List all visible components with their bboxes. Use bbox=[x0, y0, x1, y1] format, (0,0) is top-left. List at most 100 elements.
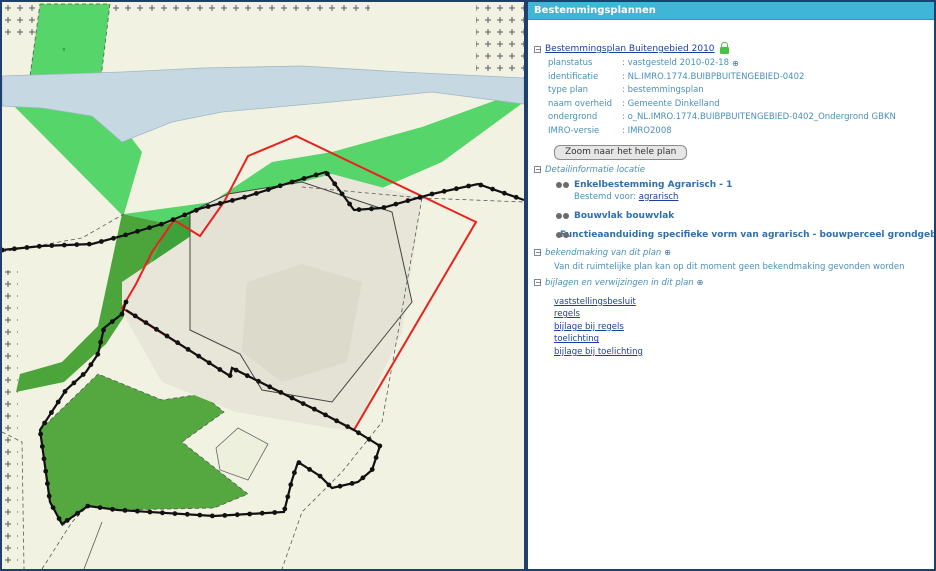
boundary-dot bbox=[289, 395, 295, 401]
boundary-dot bbox=[159, 221, 164, 227]
boundary-dot bbox=[88, 362, 94, 368]
boundary-dot bbox=[101, 327, 106, 333]
boundary-dot bbox=[356, 207, 362, 213]
boundary-dot bbox=[170, 217, 176, 223]
boundary-dot bbox=[196, 353, 202, 359]
boundary-dot bbox=[369, 467, 375, 472]
lock-icon bbox=[719, 41, 729, 54]
field-naam-overheid: naam overheid : Gemeente Dinkelland bbox=[548, 98, 720, 109]
boundary-dot bbox=[417, 195, 423, 200]
boundary-dot bbox=[143, 320, 149, 325]
link-toelichting[interactable]: toelichting bbox=[554, 333, 934, 346]
boundary-dot bbox=[393, 201, 399, 207]
boundary-dot bbox=[56, 516, 62, 521]
boundary-dot bbox=[454, 186, 459, 192]
boundary-dot bbox=[132, 313, 138, 319]
bijlagen-links: vaststellingsbesluit regels bijlage bij … bbox=[534, 296, 934, 359]
boundary-dot bbox=[267, 384, 273, 390]
collapse-toggle-icon[interactable]: − bbox=[534, 279, 542, 287]
link-bijlage-bij-regels[interactable]: bijlage bij regels bbox=[554, 321, 934, 334]
zoom-plan-button[interactable]: Zoom naar het hele plan bbox=[554, 144, 688, 160]
boundary-dot bbox=[265, 187, 271, 193]
boundary-dot bbox=[300, 401, 306, 406]
download-icon[interactable]: ⊕ bbox=[697, 278, 704, 287]
boundary-dot bbox=[312, 406, 317, 412]
cross-hatch-area-left bbox=[2, 270, 18, 569]
link-bijlage-bij-toelichting[interactable]: bijlage bij toelichting bbox=[554, 346, 934, 359]
detail-item-enkelbestemming[interactable]: Enkelbestemming Agrarisch - 1 bbox=[556, 180, 934, 190]
boundary-dot bbox=[160, 510, 165, 516]
boundary-dot bbox=[86, 241, 92, 247]
boundary-dot bbox=[502, 190, 507, 196]
boundary-dot bbox=[209, 513, 215, 519]
boundary-dot bbox=[337, 483, 343, 489]
cross-hatch-area-top-left bbox=[2, 2, 38, 40]
link-vaststellingsbesluit[interactable]: vaststellingsbesluit bbox=[554, 296, 934, 309]
cross-hatch-area-top-right bbox=[476, 2, 524, 86]
boundary-dot bbox=[119, 311, 125, 317]
detail-item-bouwvlak[interactable]: Bouwvlak bouwvlak bbox=[556, 211, 934, 221]
field-ondergrond: ondergrond : o_NL.IMRO.1774.BUIBPBUITENG… bbox=[548, 112, 896, 123]
boundary-dot bbox=[317, 473, 323, 479]
boundary-dot bbox=[349, 481, 355, 486]
collapse-toggle-icon[interactable]: − bbox=[534, 249, 542, 257]
boundary-dot bbox=[227, 373, 233, 378]
bestemd-voor-link[interactable]: agrarisch bbox=[639, 192, 679, 202]
boundary-dot bbox=[39, 444, 45, 449]
boundary-dot bbox=[49, 243, 55, 249]
boundary-dot bbox=[405, 198, 411, 204]
boundary-dot bbox=[332, 181, 338, 187]
bekendmaking-section-head: − bekendmaking van dit plan ⊕ bbox=[534, 247, 671, 258]
boundary-dot bbox=[313, 172, 319, 178]
boundary-dot bbox=[345, 424, 350, 429]
boundary-dot bbox=[230, 198, 235, 203]
map-canvas[interactable]: ᐤ bbox=[2, 2, 524, 569]
info-panel: Bestemmingsplannen − Bestemmingsplan Bui… bbox=[528, 2, 934, 569]
boundary-dot bbox=[324, 171, 330, 177]
download-icon[interactable]: ⊕ bbox=[664, 248, 671, 257]
boundary-dot bbox=[323, 412, 328, 418]
boundary-dot bbox=[466, 183, 471, 189]
boundary-dot bbox=[135, 228, 140, 234]
boundary-dot bbox=[206, 360, 212, 366]
boundary-dot bbox=[38, 431, 43, 437]
boundary-dot bbox=[301, 176, 307, 181]
boundary-dot bbox=[234, 512, 240, 518]
map-view[interactable]: ᐤ bbox=[2, 2, 524, 569]
boundary-dot bbox=[109, 319, 115, 324]
boundary-dot bbox=[123, 299, 129, 305]
boundary-dot bbox=[205, 204, 211, 209]
detail-item-functieaanduiding[interactable]: Functieaanduiding specifieke vorm van ag… bbox=[556, 230, 934, 240]
boundary-dot bbox=[80, 372, 86, 377]
boundary-dot bbox=[478, 182, 484, 188]
boundary-dot bbox=[381, 205, 387, 210]
boundary-dot bbox=[244, 373, 250, 379]
plan-fields: planstatus : vastgesteld 2010-02-18 ⊕ id… bbox=[548, 57, 934, 139]
link-regels[interactable]: regels bbox=[554, 308, 934, 321]
boundary-dot bbox=[74, 242, 80, 248]
boundary-dot bbox=[42, 420, 47, 426]
boundary-dot bbox=[154, 326, 159, 332]
boundary-dot bbox=[184, 511, 190, 517]
boundary-dot bbox=[175, 340, 181, 346]
boundary-dot bbox=[99, 239, 104, 244]
boundary-dot bbox=[366, 436, 372, 442]
panel-header: Bestemmingsplannen bbox=[528, 2, 934, 20]
boundary-dot bbox=[122, 508, 128, 513]
collapse-toggle-icon[interactable]: − bbox=[534, 166, 542, 174]
boundary-dot bbox=[441, 188, 447, 194]
collapse-toggle-icon[interactable]: − bbox=[534, 45, 542, 53]
download-icon[interactable]: ⊕ bbox=[732, 57, 739, 71]
plan-title-link[interactable]: Bestemmingsplan Buitengebied 2010 bbox=[545, 44, 715, 54]
boundary-dot bbox=[197, 512, 203, 518]
boundary-dot bbox=[347, 201, 352, 207]
boundary-dot bbox=[110, 506, 115, 512]
boundary-dot bbox=[95, 351, 101, 357]
boundary-dot bbox=[242, 194, 247, 200]
boundary-dot bbox=[377, 443, 383, 449]
boundary-dot bbox=[292, 470, 297, 476]
boundary-dot bbox=[111, 235, 116, 241]
boundary-dot bbox=[233, 367, 239, 373]
grass-symbol-icon: ᐤ bbox=[62, 47, 66, 57]
boundary-dot bbox=[97, 505, 103, 510]
